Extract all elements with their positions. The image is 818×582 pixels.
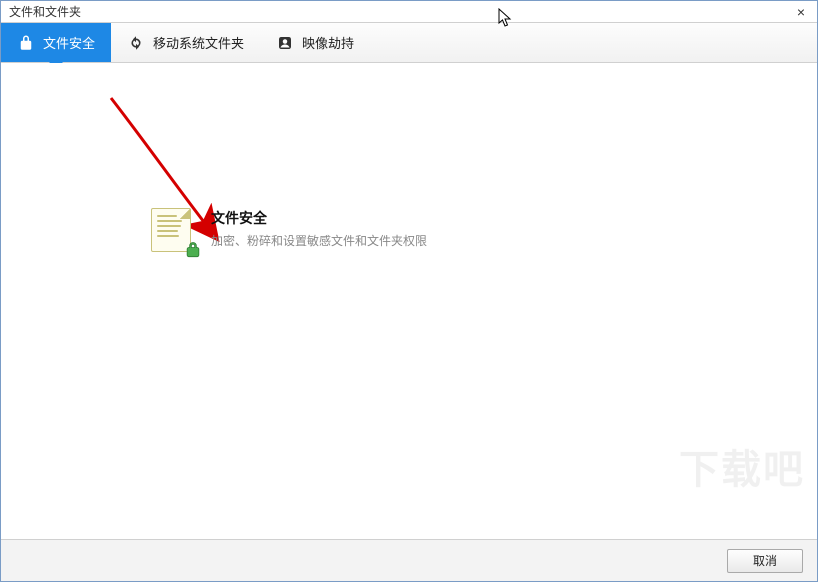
cancel-button[interactable]: 取消 (727, 549, 803, 573)
feature-description: 加密、粉碎和设置敏感文件和文件夹权限 (211, 232, 427, 249)
tab-label: 映像劫持 (302, 33, 354, 52)
window-title: 文件和文件夹 (7, 3, 81, 20)
feature-file-security[interactable]: 文件安全 加密、粉碎和设置敏感文件和文件夹权限 (151, 208, 427, 256)
tab-label: 移动系统文件夹 (153, 33, 244, 52)
tab-move-system-folders[interactable]: 移动系统文件夹 (111, 23, 260, 62)
tabbar: 文件安全 移动系统文件夹 映像劫持 (1, 23, 817, 63)
close-button[interactable]: × (791, 5, 811, 19)
document-lock-icon (151, 208, 199, 256)
footer: 取消 (1, 539, 817, 581)
badge-icon (276, 34, 294, 52)
tab-label: 文件安全 (43, 33, 95, 52)
refresh-icon (127, 34, 145, 52)
feature-text: 文件安全 加密、粉碎和设置敏感文件和文件夹权限 (211, 208, 427, 249)
lock-icon (17, 34, 35, 52)
feature-title: 文件安全 (211, 208, 427, 228)
tab-image-hijack[interactable]: 映像劫持 (260, 23, 370, 62)
window-root: 文件和文件夹 × 文件安全 移动系统文件夹 映像劫持 (0, 0, 818, 582)
titlebar: 文件和文件夹 × (1, 1, 817, 23)
tab-file-security[interactable]: 文件安全 (1, 23, 111, 62)
content-area: 文件安全 加密、粉碎和设置敏感文件和文件夹权限 下载吧 (1, 63, 817, 539)
watermark-text: 下载吧 (679, 437, 805, 495)
